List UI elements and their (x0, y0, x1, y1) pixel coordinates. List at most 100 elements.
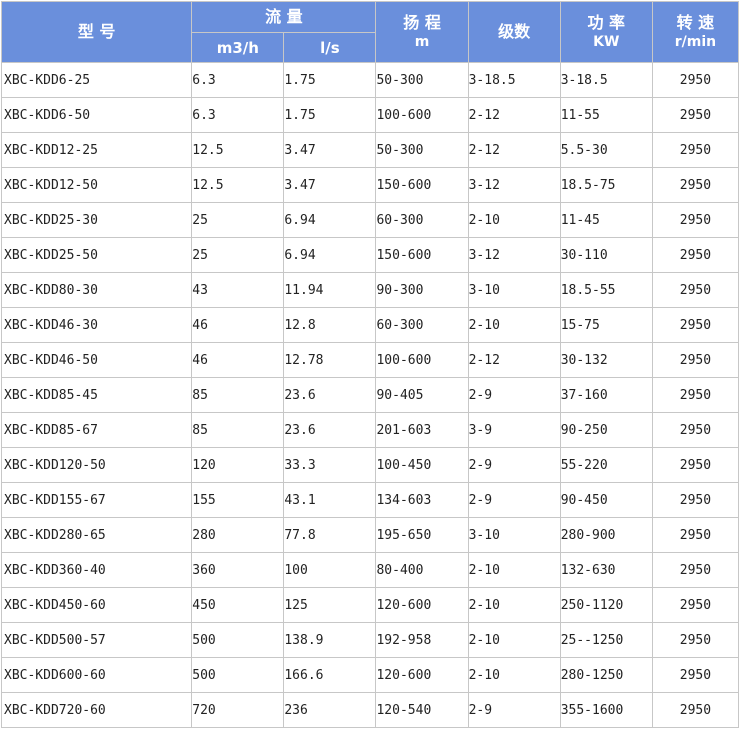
flow-m3h-cell: 500 (191, 657, 285, 693)
speed-cell: 2950 (651, 692, 740, 728)
speed-cell: 2950 (651, 62, 740, 98)
header-speed-label: 转 速 (676, 12, 715, 32)
power-cell: 250-1120 (559, 587, 653, 623)
flow-m3h-cell: 450 (191, 587, 285, 623)
model-cell: XBC-KDD25-50 (0, 237, 193, 273)
head-cell: 150-600 (375, 167, 469, 203)
flow-ls-cell: 12.8 (283, 307, 377, 343)
speed-cell: 2950 (651, 237, 740, 273)
stages-cell: 2-9 (467, 377, 561, 413)
stages-cell: 2-10 (467, 657, 561, 693)
table-row: XBC-KDD12-50 12.5 3.47 150-600 3-12 18.5-75 29… (0, 167, 740, 203)
power-cell: 5.5-30 (559, 132, 653, 168)
head-cell: 120-600 (375, 657, 469, 693)
power-cell: 11-45 (559, 202, 653, 238)
model-cell: XBC-KDD46-50 (0, 342, 193, 378)
stages-cell: 3-10 (467, 272, 561, 308)
stages-cell: 2-12 (467, 132, 561, 168)
stages-cell: 2-12 (467, 342, 561, 378)
stages-cell: 2-10 (467, 587, 561, 623)
table-row: XBC-KDD25-50 25 6.94 150-600 3-12 30-110 2950 (0, 237, 740, 273)
power-cell: 90-450 (559, 482, 653, 518)
model-cell: XBC-KDD80-30 (0, 272, 193, 308)
speed-cell: 2950 (651, 447, 740, 483)
table-row: XBC-KDD600-60 500 166.6 120-600 2-10 280-1250… (0, 657, 740, 693)
power-cell: 25--1250 (559, 622, 653, 658)
header-flow: 流 量 (191, 1, 377, 33)
head-cell: 60-300 (375, 202, 469, 238)
stages-cell: 2-10 (467, 622, 561, 658)
flow-m3h-cell: 85 (191, 377, 285, 413)
head-cell: 150-600 (375, 237, 469, 273)
flow-m3h-cell: 120 (191, 447, 285, 483)
head-cell: 50-300 (375, 132, 469, 168)
head-cell: 100-450 (375, 447, 469, 483)
power-cell: 30-110 (559, 237, 653, 273)
stages-cell: 2-10 (467, 202, 561, 238)
model-cell: XBC-KDD120-50 (0, 447, 193, 483)
speed-cell: 2950 (651, 657, 740, 693)
flow-ls-cell: 236 (283, 692, 377, 728)
power-cell: 11-55 (559, 97, 653, 133)
header-power: 功 率 KW (559, 1, 653, 63)
speed-cell: 2950 (651, 167, 740, 203)
table-row: XBC-KDD46-50 46 12.78 100-600 2-12 30-132 2950 (0, 342, 740, 378)
speed-cell: 2950 (651, 307, 740, 343)
table-header: 型 号 流 量 扬 程 m 级数 功 率 KW 转 速 r/min m3/h l… (0, 1, 740, 63)
header-stages: 级数 (467, 1, 561, 63)
flow-m3h-cell: 85 (191, 412, 285, 448)
power-cell: 55-220 (559, 447, 653, 483)
power-cell: 18.5-75 (559, 167, 653, 203)
header-speed: 转 速 r/min (651, 1, 740, 63)
table-row: XBC-KDD80-30 43 11.94 90-300 3-10 18.5-55 2950 (0, 272, 740, 308)
stages-cell: 3-12 (467, 237, 561, 273)
power-cell: 132-630 (559, 552, 653, 588)
flow-ls-cell: 6.94 (283, 237, 377, 273)
stages-cell: 3-18.5 (467, 62, 561, 98)
head-cell: 90-405 (375, 377, 469, 413)
pump-spec-table: 型 号 流 量 扬 程 m 级数 功 率 KW 转 速 r/min m3/h l… (0, 1, 740, 728)
power-cell: 280-900 (559, 517, 653, 553)
header-head: 扬 程 m (375, 1, 469, 63)
flow-ls-cell: 11.94 (283, 272, 377, 308)
speed-cell: 2950 (651, 377, 740, 413)
stages-cell: 3-10 (467, 517, 561, 553)
flow-ls-cell: 166.6 (283, 657, 377, 693)
head-cell: 120-540 (375, 692, 469, 728)
speed-cell: 2950 (651, 622, 740, 658)
table-row: XBC-KDD46-30 46 12.8 60-300 2-10 15-75 2950 (0, 307, 740, 343)
flow-m3h-cell: 12.5 (191, 167, 285, 203)
table-row: XBC-KDD85-67 85 23.6 201-603 3-9 90-250 2950 (0, 412, 740, 448)
flow-m3h-cell: 500 (191, 622, 285, 658)
speed-cell: 2950 (651, 552, 740, 588)
model-cell: XBC-KDD6-50 (0, 97, 193, 133)
power-cell: 30-132 (559, 342, 653, 378)
head-cell: 80-400 (375, 552, 469, 588)
flow-m3h-cell: 25 (191, 237, 285, 273)
model-cell: XBC-KDD600-60 (0, 657, 193, 693)
stages-cell: 2-9 (467, 482, 561, 518)
flow-ls-cell: 3.47 (283, 132, 377, 168)
table-row: XBC-KDD500-57 500 138.9 192-958 2-10 25--1250… (0, 622, 740, 658)
flow-ls-cell: 23.6 (283, 377, 377, 413)
speed-cell: 2950 (651, 132, 740, 168)
table-row: XBC-KDD155-67 155 43.1 134-603 2-9 90-450 2950 (0, 482, 740, 518)
model-cell: XBC-KDD25-30 (0, 202, 193, 238)
power-cell: 280-1250 (559, 657, 653, 693)
table-row: XBC-KDD450-60 450 125 120-600 2-10 250-1120 29… (0, 587, 740, 623)
flow-ls-cell: 23.6 (283, 412, 377, 448)
flow-m3h-cell: 280 (191, 517, 285, 553)
head-cell: 134-603 (375, 482, 469, 518)
speed-cell: 2950 (651, 482, 740, 518)
head-cell: 100-600 (375, 342, 469, 378)
flow-m3h-cell: 6.3 (191, 62, 285, 98)
model-cell: XBC-KDD46-30 (0, 307, 193, 343)
speed-cell: 2950 (651, 412, 740, 448)
flow-m3h-cell: 155 (191, 482, 285, 518)
flow-m3h-cell: 46 (191, 307, 285, 343)
speed-cell: 2950 (651, 97, 740, 133)
model-cell: XBC-KDD360-40 (0, 552, 193, 588)
table-row: XBC-KDD6-50 6.3 1.75 100-600 2-12 11-55 2950 (0, 97, 740, 133)
header-model: 型 号 (0, 1, 193, 63)
header-flow-ls: l/s (283, 32, 377, 63)
